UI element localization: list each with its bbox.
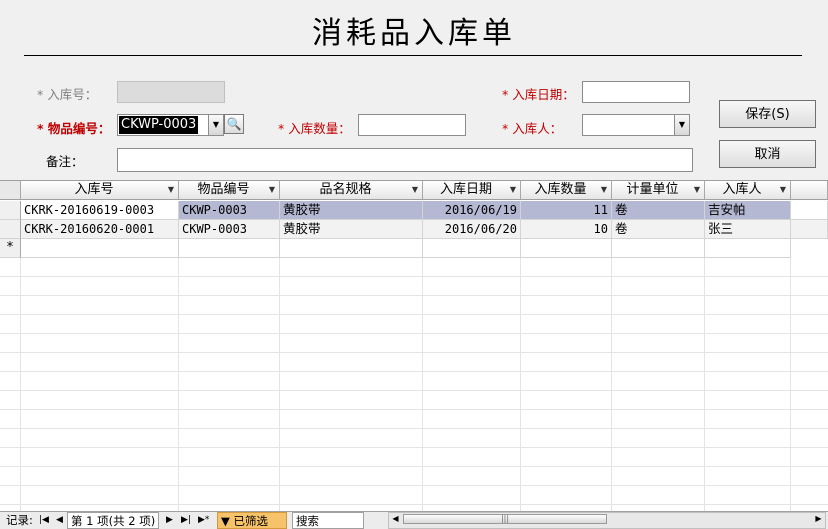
table-row[interactable]: CKRK-20160619-0003 CKWP-0003 黄胶带 2016/06… bbox=[0, 201, 828, 220]
column-dropdown-icon[interactable]: ▼ bbox=[168, 181, 174, 199]
cell-inbound-no[interactable]: CKRK-20160620-0001 bbox=[21, 220, 179, 239]
column-dropdown-icon[interactable]: ▼ bbox=[269, 181, 275, 199]
column-header-date[interactable]: 入库日期 ▼ bbox=[423, 181, 521, 200]
cell-filler bbox=[791, 220, 828, 239]
table-row[interactable]: CKRK-20160620-0001 CKWP-0003 黄胶带 2016/06… bbox=[0, 220, 828, 239]
column-header-qty[interactable]: 入库数量 ▼ bbox=[521, 181, 612, 200]
column-dropdown-icon[interactable]: ▼ bbox=[694, 181, 700, 199]
empty-cell[interactable] bbox=[423, 239, 521, 258]
remark-field[interactable] bbox=[117, 148, 693, 172]
column-header-unit[interactable]: 计量单位 ▼ bbox=[612, 181, 705, 200]
filter-icon: ▼ bbox=[221, 514, 230, 528]
horizontal-scrollbar[interactable]: ◀ ||| ▶ bbox=[388, 512, 826, 529]
record-navigator: 记录: |◀ ◀ 第 1 项(共 2 项) ▶ ▶| ▶* ▼ 已筛选 搜索 ◀… bbox=[0, 511, 828, 529]
empty-grid-col bbox=[790, 258, 791, 512]
empty-grid-col bbox=[520, 258, 521, 512]
label-inbound-person: * 入库人： bbox=[502, 121, 563, 136]
new-record-marker[interactable]: * bbox=[0, 239, 21, 258]
label-inbound-date: * 入库日期： bbox=[502, 87, 575, 102]
dropdown-arrow-icon[interactable]: ▼ bbox=[674, 115, 689, 135]
column-header-person[interactable]: 入库人 ▼ bbox=[705, 181, 791, 200]
empty-cell[interactable] bbox=[21, 239, 179, 258]
column-header-item-code[interactable]: 物品编号 ▼ bbox=[179, 181, 280, 200]
empty-grid-col bbox=[178, 258, 179, 512]
column-header-filler bbox=[791, 181, 828, 200]
item-code-combo[interactable]: CKWP-0003 ▼ bbox=[117, 114, 224, 136]
cell-person[interactable]: 张三 bbox=[705, 220, 791, 239]
cell-spec[interactable]: 黄胶带 bbox=[280, 201, 423, 220]
label-item-code: * 物品编号： bbox=[37, 121, 111, 136]
column-dropdown-icon[interactable]: ▼ bbox=[780, 181, 786, 199]
empty-cell[interactable] bbox=[705, 239, 791, 258]
record-position[interactable]: 第 1 项(共 2 项) bbox=[67, 512, 159, 529]
cell-date[interactable]: 2016/06/20 bbox=[423, 220, 521, 239]
scroll-right-icon[interactable]: ▶ bbox=[812, 513, 825, 525]
nav-next-icon[interactable]: ▶ bbox=[166, 512, 173, 529]
new-record-row[interactable]: * bbox=[0, 239, 828, 258]
cell-unit[interactable]: 卷 bbox=[612, 220, 705, 239]
scroll-left-icon[interactable]: ◀ bbox=[389, 513, 402, 525]
header-row: 入库号 ▼ 物品编号 ▼ 品名规格 ▼ 入库日期 ▼ 入库数量 ▼ 计量单位 ▼ 入库人 ▼ bbox=[0, 181, 828, 200]
lookup-magnifier-icon[interactable]: 🔍 bbox=[224, 114, 244, 134]
form-title: 消耗品入库单 bbox=[312, 16, 516, 51]
nav-prev-icon[interactable]: ◀ bbox=[56, 512, 63, 529]
select-all-corner[interactable] bbox=[0, 181, 21, 200]
empty-cell[interactable] bbox=[521, 239, 612, 258]
cancel-button[interactable]: 取消 bbox=[719, 140, 816, 168]
row-selector[interactable] bbox=[0, 220, 21, 239]
empty-grid-col bbox=[704, 258, 705, 512]
label-inbound-qty: * 入库数量： bbox=[278, 121, 351, 136]
cell-filler bbox=[791, 201, 828, 220]
column-header-spec[interactable]: 品名规格 ▼ bbox=[280, 181, 423, 200]
empty-grid-col bbox=[611, 258, 612, 512]
column-dropdown-icon[interactable]: ▼ bbox=[412, 181, 418, 199]
cell-unit[interactable]: 卷 bbox=[612, 201, 705, 220]
dropdown-arrow-icon[interactable]: ▼ bbox=[208, 115, 223, 135]
cell-item-code[interactable]: CKWP-0003 bbox=[179, 201, 280, 220]
inbound-person-combo[interactable]: ▼ bbox=[582, 114, 690, 136]
cell-person[interactable]: 吉安帕 bbox=[705, 201, 791, 220]
inbound-qty-field[interactable] bbox=[358, 114, 466, 136]
inbound-no-field[interactable] bbox=[117, 81, 225, 103]
record-label: 记录: bbox=[6, 513, 33, 527]
cell-qty[interactable]: 11 bbox=[521, 201, 612, 220]
inbound-date-field[interactable] bbox=[582, 81, 690, 103]
search-box[interactable]: 搜索 bbox=[292, 512, 364, 529]
nav-last-icon[interactable]: ▶| bbox=[181, 512, 191, 529]
empty-cell[interactable] bbox=[280, 239, 423, 258]
label-remark: 备注： bbox=[46, 154, 84, 169]
filter-toggle-button[interactable]: ▼ 已筛选 bbox=[217, 512, 287, 529]
column-dropdown-icon[interactable]: ▼ bbox=[601, 181, 607, 199]
item-code-value: CKWP-0003 bbox=[119, 116, 199, 134]
row-selector[interactable] bbox=[0, 201, 21, 220]
empty-cell[interactable] bbox=[179, 239, 280, 258]
nav-first-icon[interactable]: |◀ bbox=[39, 512, 49, 529]
datasheet-grid: 入库号 ▼ 物品编号 ▼ 品名规格 ▼ 入库日期 ▼ 入库数量 ▼ 计量单位 ▼ 入库人 ▼ … bbox=[0, 180, 828, 512]
empty-grid-area bbox=[0, 258, 828, 512]
column-header-inbound-no[interactable]: 入库号 ▼ bbox=[21, 181, 179, 200]
save-button[interactable]: 保存(S) bbox=[719, 100, 816, 128]
cell-item-code[interactable]: CKWP-0003 bbox=[179, 220, 280, 239]
column-dropdown-icon[interactable]: ▼ bbox=[510, 181, 516, 199]
cell-inbound-no[interactable]: CKRK-20160619-0003 bbox=[21, 201, 179, 220]
title-rule bbox=[24, 55, 802, 56]
empty-grid-col bbox=[20, 258, 21, 512]
nav-new-icon[interactable]: ▶* bbox=[198, 512, 209, 529]
empty-grid-col bbox=[422, 258, 423, 512]
empty-grid-col bbox=[279, 258, 280, 512]
label-inbound-no: * 入库号： bbox=[37, 87, 98, 102]
cell-date[interactable]: 2016/06/19 bbox=[423, 201, 521, 220]
empty-cell[interactable] bbox=[612, 239, 705, 258]
cell-qty[interactable]: 10 bbox=[521, 220, 612, 239]
cell-spec[interactable]: 黄胶带 bbox=[280, 220, 423, 239]
scroll-thumb[interactable]: ||| bbox=[403, 514, 607, 524]
